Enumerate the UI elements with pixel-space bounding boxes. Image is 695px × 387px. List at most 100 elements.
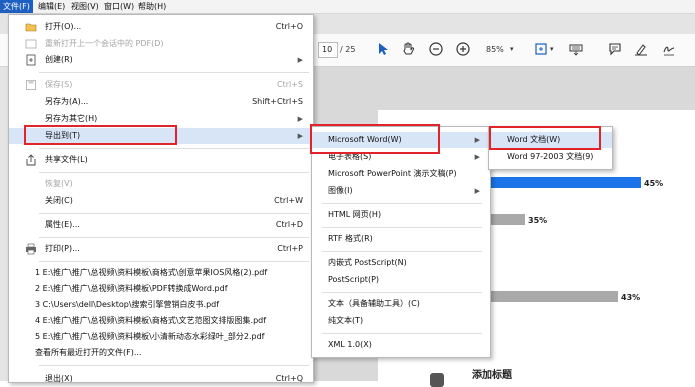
menu-file[interactable]: 文件(F) (0, 0, 33, 13)
menu-item-share-label: 共享文件(L) (45, 155, 88, 164)
menu-separator (39, 213, 309, 214)
recent-file-5-label: 5 E:\推广\推广\总视频\资料模板\小清新动态水彩绿叶_部分2.pdf (35, 332, 265, 341)
menu-item-print[interactable]: 打印(P)... Ctrl+P (9, 241, 313, 257)
export-item-ps-label: PostScript(P) (328, 275, 380, 284)
menu-item-create-label: 创建(R) (45, 55, 73, 64)
export-item-powerpoint-label: Microsoft PowerPoint 演示文稿(P) (328, 169, 457, 178)
menu-item-print-label: 打印(P)... (45, 244, 80, 253)
export-item-html-label: HTML 网页(H) (328, 210, 382, 219)
menu-separator (39, 365, 309, 366)
recent-file-3-label: 3 C:\Users\dell\Desktop\搜索引擎营销白皮书.pdf (35, 300, 220, 309)
recent-file-4[interactable]: 4 E:\推广\推广\总视频\资料模板\商格式\文艺范图文排版图集.pdf (9, 313, 313, 329)
export-item-text-accessible-label: 文本（具备辅助工具）(C) (328, 299, 420, 308)
export-item-ps[interactable]: PostScript(P) (312, 272, 490, 288)
menu-item-save-as[interactable]: 另存为(A)... Shift+Ctrl+S (9, 94, 313, 110)
menu-item-save-as-label: 另存为(A)... (45, 97, 89, 106)
recent-file-1[interactable]: 1 E:\推广\推广\总视频\资料模板\商格式\创意苹果IOS风格(2).pdf (9, 265, 313, 281)
chart-bar-2-label: 35% (528, 216, 548, 225)
chart-bar-1-label: 45% (644, 179, 664, 188)
menu-item-view-all-recent-label: 查看所有最近打开的文件(F)... (35, 348, 142, 357)
submenu-arrow-icon: ▶ (297, 132, 303, 140)
sign-icon[interactable] (662, 42, 676, 56)
export-item-text-plain[interactable]: 纯文本(T) (312, 313, 490, 329)
folder-open-icon (25, 23, 37, 32)
menu-separator (39, 172, 309, 173)
submenu-arrow-icon: ▶ (297, 56, 303, 64)
export-item-eps-label: 内嵌式 PostScript(N) (328, 258, 407, 267)
fit-page-icon[interactable] (534, 42, 548, 56)
menu-item-close-shortcut: Ctrl+W (274, 196, 303, 205)
menu-separator (322, 251, 482, 252)
recent-file-2-label: 2 E:\推广\推广\总视频\资料模板\PDF转换成Word.pdf (35, 284, 228, 293)
comment-icon[interactable] (608, 42, 622, 56)
menu-item-revert: 恢复(V) (9, 176, 313, 192)
menu-help[interactable]: 帮助(H) (135, 0, 169, 13)
word-item-doc[interactable]: Word 97-2003 文档(9) (489, 149, 612, 165)
menu-separator (39, 148, 309, 149)
word-item-doc-label: Word 97-2003 文档(9) (507, 152, 594, 161)
chart-bar-3-label: 43% (621, 293, 641, 302)
zoom-level[interactable]: 85% (486, 45, 504, 54)
export-item-xml-label: XML 1.0(X) (328, 340, 372, 349)
keyboard-icon[interactable] (569, 42, 583, 56)
export-item-powerpoint[interactable]: Microsoft PowerPoint 演示文稿(P) (312, 166, 490, 182)
export-item-xml[interactable]: XML 1.0(X) (312, 337, 490, 353)
page-number-input[interactable]: 10 (318, 42, 338, 58)
highlight-box-docx (489, 126, 601, 150)
zoom-in-icon[interactable] (456, 42, 470, 56)
highlight-pen-icon[interactable] (634, 42, 648, 56)
menu-item-save: 保存(S) Ctrl+S (9, 77, 313, 93)
menu-separator (39, 72, 309, 73)
zoom-out-icon[interactable] (429, 42, 443, 56)
menu-item-properties[interactable]: 属性(E)... Ctrl+D (9, 217, 313, 233)
select-arrow-icon[interactable] (376, 42, 390, 56)
menu-item-save-shortcut: Ctrl+S (276, 80, 303, 89)
hand-tool-icon[interactable] (401, 42, 415, 56)
section-title: 添加标题 (472, 370, 512, 381)
export-item-eps[interactable]: 内嵌式 PostScript(N) (312, 255, 490, 271)
menu-item-exit[interactable]: 退出(X) Ctrl+Q (9, 371, 313, 387)
export-item-image[interactable]: 图像(I) ▶ (312, 183, 490, 199)
menu-separator (322, 203, 482, 204)
menu-item-close[interactable]: 关闭(C) Ctrl+W (9, 193, 313, 209)
chart-bar-3 (470, 291, 618, 302)
reopen-icon (25, 39, 37, 49)
recent-file-2[interactable]: 2 E:\推广\推广\总视频\资料模板\PDF转换成Word.pdf (9, 281, 313, 297)
highlight-box-word (310, 124, 440, 154)
menu-separator (39, 261, 309, 262)
export-submenu: Microsoft Word(W) ▶ 电子表格(S) ▶ Microsoft … (311, 126, 491, 358)
menu-window[interactable]: 窗口(W) (101, 0, 137, 13)
recent-file-5[interactable]: 5 E:\推广\推广\总视频\资料模板\小清新动态水彩绿叶_部分2.pdf (9, 329, 313, 345)
menu-item-exit-label: 退出(X) (45, 374, 73, 383)
menu-separator (39, 237, 309, 238)
menu-item-open-shortcut: Ctrl+O (275, 22, 303, 31)
export-item-text-accessible[interactable]: 文本（具备辅助工具）(C) (312, 296, 490, 312)
menu-item-share[interactable]: 共享文件(L) (9, 152, 313, 168)
recent-file-3[interactable]: 3 C:\Users\dell\Desktop\搜索引擎营销白皮书.pdf (9, 297, 313, 313)
menu-item-view-all-recent[interactable]: 查看所有最近打开的文件(F)... (9, 345, 313, 361)
menu-item-save-label: 保存(S) (45, 80, 73, 89)
submenu-arrow-icon: ▶ (297, 115, 303, 123)
menu-item-properties-shortcut: Ctrl+D (275, 220, 303, 229)
menu-bar: 文件(F) 编辑(E) 视图(V) 窗口(W) 帮助(H) (0, 0, 695, 14)
menu-item-create[interactable]: 创建(R) ▶ (9, 52, 313, 68)
fit-dropdown-icon[interactable]: ▾ (550, 45, 554, 53)
menu-edit[interactable]: 编辑(E) (35, 0, 68, 13)
section-icon (430, 373, 444, 387)
menu-item-revert-label: 恢复(V) (45, 179, 73, 188)
menu-item-close-label: 关闭(C) (45, 196, 73, 205)
export-item-html[interactable]: HTML 网页(H) (312, 207, 490, 223)
menu-item-save-as-shortcut: Shift+Ctrl+S (252, 97, 303, 106)
menu-item-open[interactable]: 打开(O)... Ctrl+O (9, 19, 313, 35)
menu-separator (322, 333, 482, 334)
menu-view[interactable]: 视图(V) (68, 0, 102, 13)
menu-item-properties-label: 属性(E)... (45, 220, 80, 229)
menu-item-exit-shortcut: Ctrl+Q (275, 374, 303, 383)
export-item-rtf[interactable]: RTF 格式(R) (312, 231, 490, 247)
menu-separator (322, 292, 482, 293)
submenu-arrow-icon: ▶ (474, 136, 480, 144)
export-item-rtf-label: RTF 格式(R) (328, 234, 373, 243)
share-icon (26, 154, 36, 166)
zoom-dropdown-icon[interactable]: ▾ (510, 45, 514, 53)
page-total: / 25 (340, 45, 356, 54)
